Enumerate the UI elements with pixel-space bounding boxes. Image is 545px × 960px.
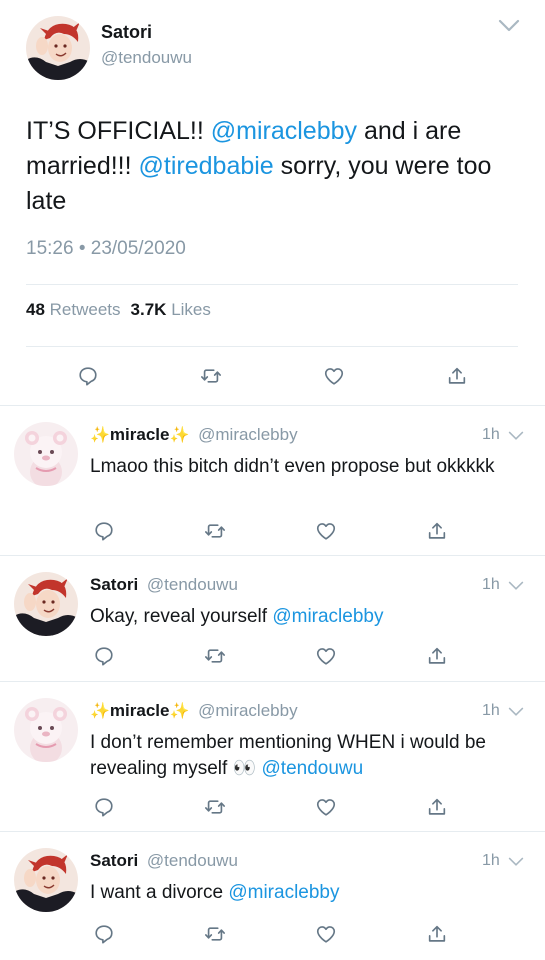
avatar[interactable]	[14, 422, 78, 486]
like-button[interactable]	[322, 364, 346, 388]
reply-header: ✨miracle✨ @miraclebby	[90, 425, 298, 445]
retweet-button[interactable]	[203, 644, 227, 668]
share-icon	[426, 520, 448, 542]
author-name[interactable]: miracle	[110, 425, 170, 444]
divider	[26, 346, 518, 347]
share-icon	[426, 796, 448, 818]
reply-actions	[92, 519, 449, 543]
mention-link[interactable]: @miraclebby	[272, 606, 383, 627]
reply-time[interactable]: 1h	[482, 852, 500, 870]
share-button[interactable]	[425, 644, 449, 668]
reply-button[interactable]	[92, 644, 116, 668]
heart-icon	[315, 796, 337, 818]
retweet-icon	[204, 923, 226, 945]
reply-text: Lmaoo this bitch didn’t even propose but…	[90, 456, 495, 477]
reply-text: I don’t remember mentioning WHEN i would…	[90, 732, 487, 779]
reply-tweet[interactable]: Satori @tendouwu 1h Okay, reveal yoursel…	[0, 556, 545, 682]
sparkle-emoji: ✨	[169, 427, 190, 444]
share-button[interactable]	[425, 795, 449, 819]
retweet-icon	[200, 365, 222, 387]
author-handle[interactable]: @tendouwu	[147, 851, 238, 870]
author-handle[interactable]: @miraclebby	[198, 701, 297, 720]
share-button[interactable]	[425, 519, 449, 543]
heart-icon	[315, 923, 337, 945]
reply-button[interactable]	[92, 795, 116, 819]
main-tweet: Satori @tendouwu IT’S OFFICIAL!! @miracl…	[0, 0, 545, 406]
like-button[interactable]	[314, 922, 338, 946]
share-button[interactable]	[425, 922, 449, 946]
reply-button[interactable]	[92, 922, 116, 946]
heart-icon	[315, 645, 337, 667]
reply-time[interactable]: 1h	[482, 426, 500, 444]
reply-tweet[interactable]: Satori @tendouwu 1h I want a divorce @mi…	[0, 832, 545, 960]
reply-text: I want a divorce @miraclebby	[90, 882, 340, 903]
reply-time[interactable]: 1h	[482, 576, 500, 594]
retweet-button[interactable]	[203, 922, 227, 946]
author-name[interactable]: miracle	[110, 701, 170, 720]
avatar[interactable]	[14, 848, 78, 912]
reply-tweet[interactable]: ✨miracle✨ @miraclebby 1h Lmaoo this bitc…	[0, 406, 545, 556]
mention-link[interactable]: @tiredbabie	[139, 152, 274, 180]
reply-header: Satori @tendouwu	[90, 575, 238, 595]
retweet-button[interactable]	[199, 364, 223, 388]
author-handle[interactable]: @tendouwu	[101, 48, 192, 68]
like-button[interactable]	[314, 519, 338, 543]
retweet-button[interactable]	[203, 519, 227, 543]
reply-header: Satori @tendouwu	[90, 851, 238, 871]
reply-time[interactable]: 1h	[482, 702, 500, 720]
divider	[26, 284, 518, 285]
reply-text: Okay, reveal yourself @miraclebby	[90, 606, 384, 627]
avatar[interactable]	[14, 572, 78, 636]
chevron-down-icon[interactable]	[508, 431, 524, 441]
chevron-down-icon[interactable]	[508, 581, 524, 591]
tweet-text: IT’S OFFICIAL!! @miraclebby and i are ma…	[26, 117, 492, 215]
mention-link[interactable]: @miraclebby	[211, 117, 357, 145]
reply-icon	[93, 520, 115, 542]
retweet-icon	[204, 796, 226, 818]
reply-icon	[93, 645, 115, 667]
reply-button[interactable]	[92, 519, 116, 543]
author-name[interactable]: Satori	[90, 851, 138, 870]
chevron-down-icon[interactable]	[498, 18, 520, 34]
retweet-icon	[204, 520, 226, 542]
retweet-button[interactable]	[203, 795, 227, 819]
author-handle[interactable]: @tendouwu	[147, 575, 238, 594]
chevron-down-icon[interactable]	[508, 707, 524, 717]
reply-icon	[93, 923, 115, 945]
likes-stat[interactable]: 3.7K Likes	[131, 300, 211, 319]
share-icon	[426, 645, 448, 667]
sparkle-emoji: ✨	[169, 703, 190, 720]
reply-icon	[77, 365, 99, 387]
heart-icon	[323, 365, 345, 387]
avatar[interactable]	[26, 16, 90, 80]
retweet-icon	[204, 645, 226, 667]
share-icon	[446, 365, 468, 387]
author-name[interactable]: Satori	[101, 22, 152, 43]
like-button[interactable]	[314, 795, 338, 819]
tweet-actions	[76, 364, 469, 388]
mention-link[interactable]: @miraclebby	[228, 882, 339, 903]
avatar[interactable]	[14, 698, 78, 762]
reply-icon	[93, 796, 115, 818]
like-button[interactable]	[314, 644, 338, 668]
sparkle-emoji: ✨	[90, 427, 110, 444]
author-handle[interactable]: @miraclebby	[198, 425, 297, 444]
share-icon	[426, 923, 448, 945]
share-button[interactable]	[445, 364, 469, 388]
heart-icon	[315, 520, 337, 542]
chevron-down-icon[interactable]	[508, 857, 524, 867]
mention-link[interactable]: @tendouwu	[262, 758, 364, 779]
reply-button[interactable]	[76, 364, 100, 388]
retweets-stat[interactable]: 48 Retweets	[26, 300, 121, 319]
reply-actions	[92, 795, 449, 819]
sparkle-emoji: ✨	[90, 703, 110, 720]
tweet-stats: 48 Retweets 3.7K Likes	[26, 300, 211, 320]
reply-tweet[interactable]: ✨miracle✨ @miraclebby 1h I don’t remembe…	[0, 682, 545, 832]
reply-actions	[92, 644, 449, 668]
tweet-timestamp[interactable]: 15:26 • 23/05/2020	[26, 238, 186, 260]
author-name[interactable]: Satori	[90, 575, 138, 594]
reply-actions	[92, 922, 449, 946]
reply-header: ✨miracle✨ @miraclebby	[90, 701, 298, 721]
